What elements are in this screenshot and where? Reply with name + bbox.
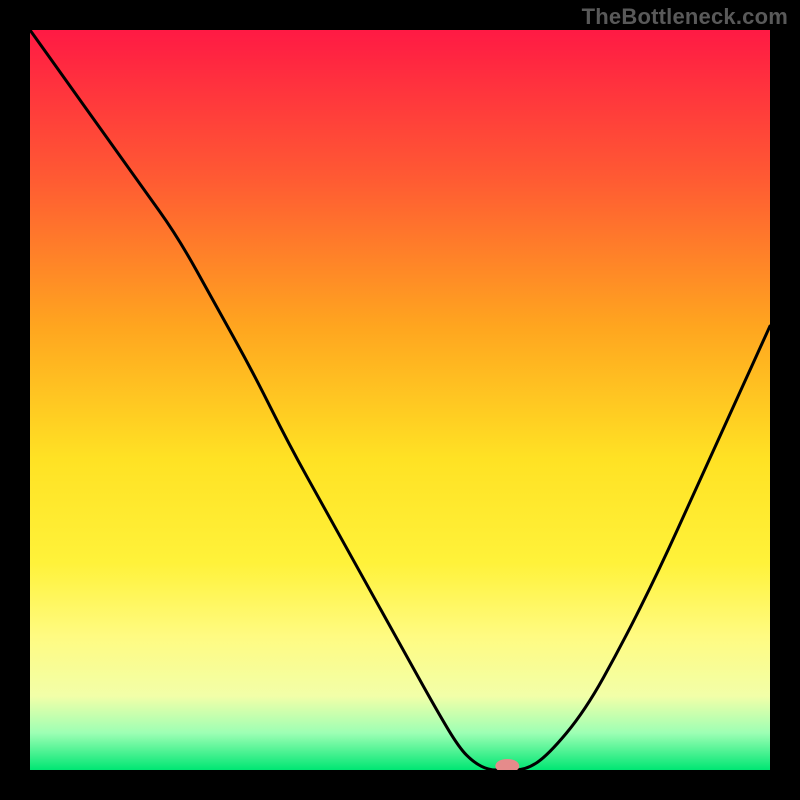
watermark-text: TheBottleneck.com — [582, 4, 788, 30]
chart-background — [30, 30, 770, 770]
chart-frame: TheBottleneck.com — [0, 0, 800, 800]
chart-svg — [30, 30, 770, 770]
chart-plot-area — [30, 30, 770, 770]
